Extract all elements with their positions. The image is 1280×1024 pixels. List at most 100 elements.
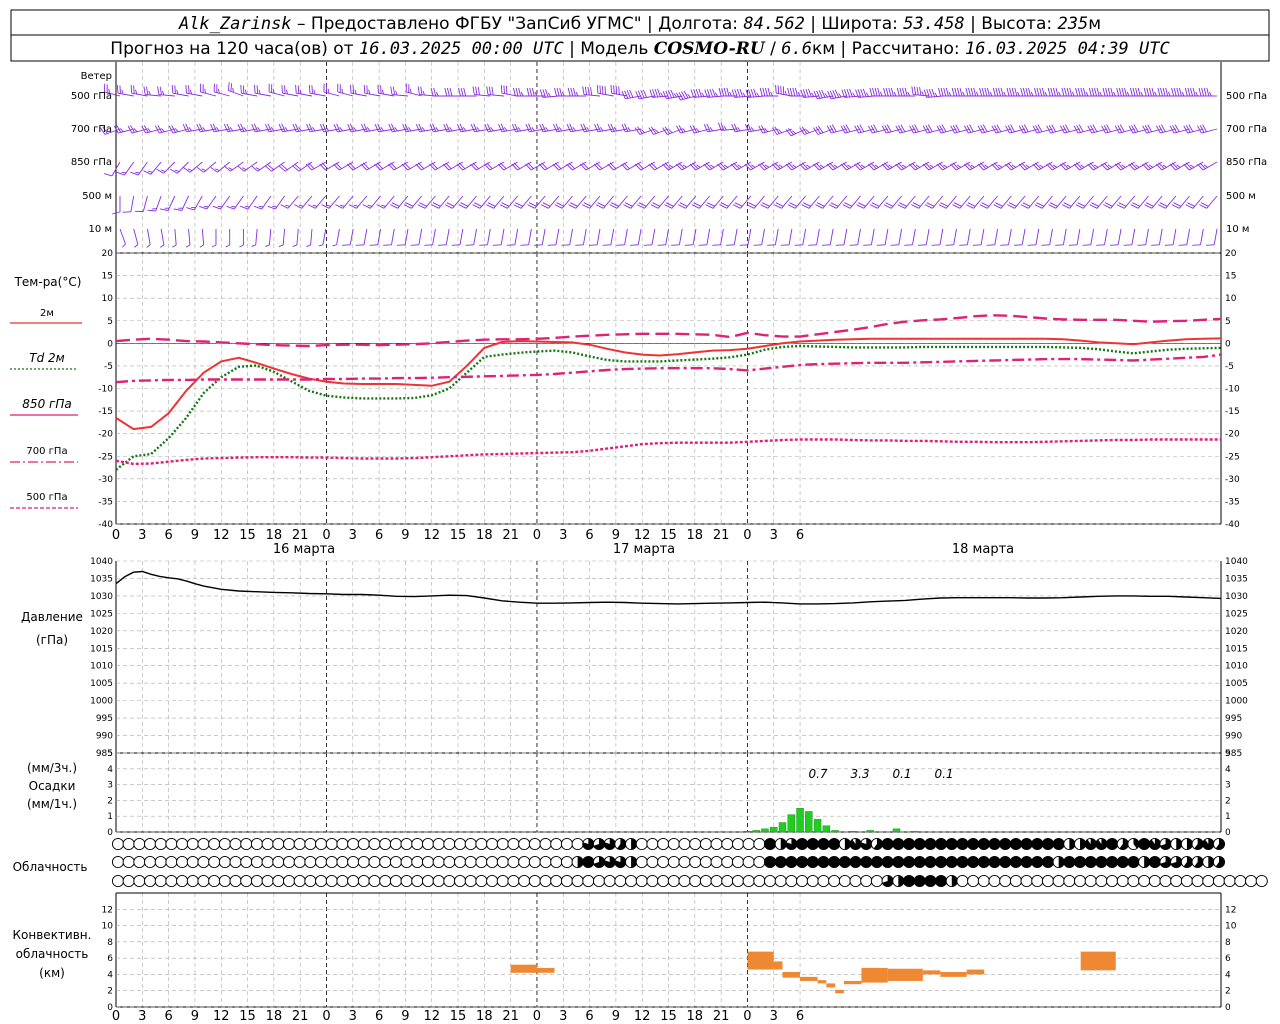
cloud-symbol-mid [144,855,157,869]
cloud-symbol-low [347,874,360,888]
cloud-symbol-low [571,874,584,888]
wind-barb [945,228,957,246]
cloud-fill [903,856,915,868]
barb-feather [572,87,576,97]
barb-feather [1075,87,1079,97]
barb-staff [432,228,436,245]
cloud-symbol-top [400,837,413,851]
latitude-value: 53.458 [903,14,964,34]
barb-staff [870,228,875,245]
cloud-symbol-top [667,837,680,851]
barb-feather [615,85,618,95]
precip-y-tick: 3 [1225,781,1231,791]
barb-feather [654,88,659,98]
cloud-symbol-low [977,874,990,888]
barb-staff [493,195,505,209]
wind-barb [1164,228,1177,246]
barb-feather [1022,87,1026,97]
barb-feather [775,84,777,94]
cloud-symbol-low [475,874,488,888]
computed-time: 16.03.2025 04:39 UTC [965,39,1170,59]
barb-staff [912,228,916,245]
wind-barb [240,195,258,210]
barb-feather [408,127,412,132]
pressure-y-tick: 1015 [90,644,113,654]
cloud-symbol-top [486,837,499,851]
barb-feather [1107,87,1111,97]
barb-feather [1129,87,1133,97]
wind-barb [1192,228,1204,246]
cloud-fill [988,838,1001,850]
barb-feather [201,168,206,172]
barb-feather [824,93,828,98]
barb-staff [445,228,450,245]
barb-feather [270,127,275,132]
pressure-y-tick: 1040 [90,557,113,567]
barb-feather [312,204,318,207]
barb-feather [377,84,379,94]
barb-staff [898,228,903,245]
barb-feather [313,89,316,95]
cloud-symbol-top [699,837,712,851]
wind-barb [342,228,354,246]
temp-y-tick: 5 [1225,317,1231,327]
barb-staff [188,228,191,245]
barb-feather [904,87,908,97]
cloud-symbol-mid [122,855,135,869]
barb-staff [1104,228,1108,245]
barb-staff [665,228,669,245]
barb-feather [943,164,948,168]
barb-feather [217,205,223,208]
cloud-symbol-top [218,837,231,851]
barb-feather [698,88,702,97]
barb-feather [512,87,516,97]
barb-feather [531,127,535,132]
barb-feather [737,127,741,132]
barb-staff [822,195,834,209]
wind-level-850hpa: 850 гПа [71,157,112,168]
wind-barb [253,195,272,210]
cloud-symbol-low [592,874,606,888]
barb-feather [133,85,135,94]
barb-feather [1148,87,1152,97]
barb-feather [559,87,563,97]
barb-feather [654,129,659,134]
barb-feather [1058,91,1062,97]
wind-barb [657,228,669,246]
cloud-symbol-top [325,837,338,851]
barb-feather [1205,244,1215,246]
barb-staff [637,228,642,245]
barb-feather [152,208,157,210]
cloud-symbol-top [753,837,766,851]
barb-feather [292,244,298,248]
barb-feather [972,244,982,246]
barb-feather [684,244,694,246]
x-tick-label: 21 [502,1009,519,1024]
cloud-symbol-mid [325,855,338,869]
barb-feather [753,88,757,97]
cloud-fill [1149,856,1161,868]
cloud-symbol-low [443,874,456,888]
barb-feather [395,90,398,96]
cloud-symbol-top [229,837,242,851]
temp-y-tick: -35 [98,497,113,507]
barb-feather [159,86,162,95]
barb-feather [281,84,283,94]
barb-staff [932,195,944,209]
barb-feather [353,127,357,132]
cloud-symbol-top [272,837,285,851]
barb-feather [572,127,576,132]
barb-feather [381,204,386,207]
cloud-fill [764,838,776,850]
wind-barb [904,228,916,246]
barb-feather [458,87,461,97]
barb-feather [975,91,979,97]
barb-staff [255,228,258,245]
cloud-fill [828,856,840,868]
wind-barb [972,228,985,246]
barb-feather [709,88,714,98]
barb-feather [284,85,286,94]
barb-feather [750,88,755,98]
cloud-fill [817,856,830,868]
cloud-symbol-low [1180,874,1193,888]
